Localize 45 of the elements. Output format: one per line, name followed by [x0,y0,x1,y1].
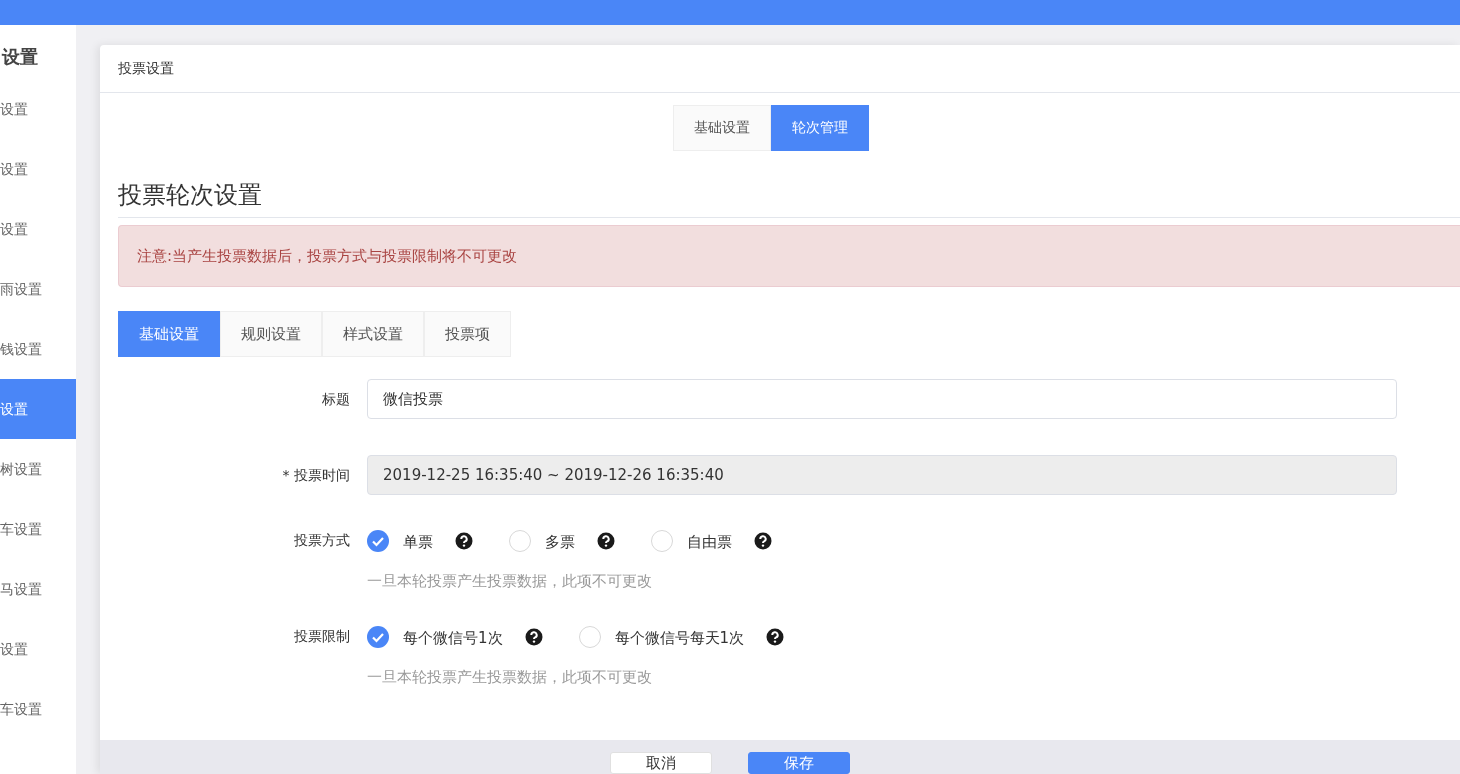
option-label: 多票 [545,533,575,552]
field-label: 标题 [322,391,350,407]
sidebar-item[interactable]: 雨设置 [0,259,76,319]
section-heading: 投票轮次设置 [118,181,262,209]
panel-title: 投票设置 [118,59,174,78]
field-label: 投票方式 [294,532,350,548]
sidebar-item[interactable]: 钱设置 [0,319,76,379]
save-button[interactable]: 保存 [748,752,850,774]
tab[interactable]: 基础设置 [118,311,220,357]
sidebar-item[interactable]: 设置 [0,619,76,679]
radio-button[interactable] [578,625,601,648]
radio-button[interactable] [367,625,389,648]
input-field[interactable]: 微信投票 [367,379,1397,419]
help-icon[interactable] [524,627,543,646]
sidebar-item[interactable]: 设置 [0,379,76,439]
tab[interactable]: 投票项 [424,311,511,357]
option-label: 自由票 [687,533,732,552]
hint-text: 一旦本轮投票产生投票数据，此项不可更改 [367,572,653,591]
tab[interactable]: 轮次管理 [771,105,869,151]
tab[interactable]: 规则设置 [220,311,322,357]
help-icon[interactable] [597,531,615,550]
field-label: * 投票时间 [282,467,350,483]
sidebar-item[interactable]: 设置 [0,79,76,139]
sidebar-item[interactable]: 车设置 [0,679,76,739]
option-label: 单票 [403,533,433,552]
sidebar-title: 设置 [0,45,39,69]
sidebar-item[interactable]: 设置 [0,199,76,259]
hint-text: 一旦本轮投票产生投票数据，此项不可更改 [367,668,653,687]
field-label: 投票限制 [294,628,350,644]
radio-button[interactable] [509,529,531,552]
sidebar-item[interactable]: 树设置 [0,439,76,499]
radio-button[interactable] [651,529,673,552]
sidebar-item[interactable]: 车设置 [0,499,76,559]
help-icon[interactable] [766,627,785,646]
tab[interactable]: 样式设置 [322,311,424,357]
cancel-button[interactable]: 取消 [610,752,712,774]
tab[interactable]: 基础设置 [673,105,771,151]
radio-button[interactable] [367,529,389,552]
alert-text: 注意:当产生投票数据后，投票方式与投票限制将不可更改 [137,246,518,266]
help-icon[interactable] [754,531,772,550]
sidebar-item[interactable]: 设置 [0,139,76,199]
option-label: 每个微信号每天1次 [614,629,745,648]
option-label: 每个微信号1次 [403,629,503,648]
help-icon[interactable] [455,531,473,550]
sidebar-item[interactable]: 马设置 [0,559,76,619]
